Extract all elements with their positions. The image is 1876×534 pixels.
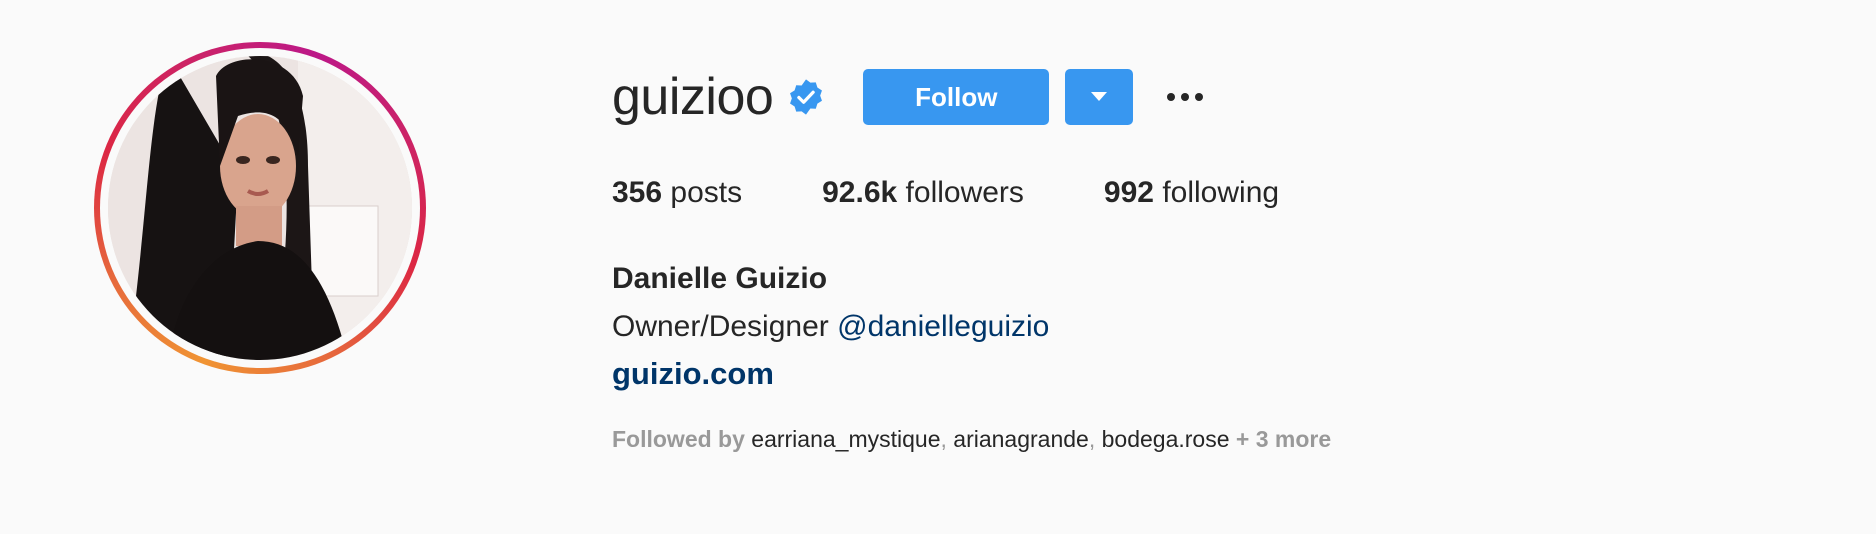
followers-stat[interactable]: 92.6k followers: [822, 176, 1024, 210]
ellipsis-icon: [1167, 93, 1176, 101]
website-link[interactable]: guizio.com: [612, 356, 774, 392]
posts-stat: 356 posts: [612, 176, 742, 210]
verified-badge-icon: [790, 79, 823, 115]
separator: ,: [1088, 426, 1096, 452]
caret-down-icon: [1091, 92, 1108, 101]
more-options-button[interactable]: [1161, 87, 1209, 107]
followed-by-user[interactable]: arianagrande: [953, 426, 1089, 452]
followers-label: followers: [905, 176, 1024, 209]
avatar-border: [100, 48, 420, 368]
profile-avatar[interactable]: [108, 56, 412, 360]
ellipsis-icon: [1181, 93, 1190, 101]
bio-text: Owner/Designer: [612, 310, 829, 343]
followed-by-more[interactable]: + 3 more: [1236, 426, 1331, 452]
username: guizioo: [612, 68, 774, 126]
following-count: 992: [1103, 176, 1154, 209]
profile-header: guizioo Follow: [612, 62, 1209, 132]
bio-mention-link[interactable]: @danielleguizio: [837, 310, 1049, 343]
separator: ,: [940, 426, 947, 452]
suggested-dropdown-button[interactable]: [1065, 69, 1134, 125]
followed-by[interactable]: Followed by earriana_mystique, arianagra…: [612, 426, 1331, 453]
following-label: following: [1162, 176, 1280, 209]
followed-by-user[interactable]: earriana_mystique: [751, 426, 940, 452]
posts-label: posts: [670, 176, 743, 209]
bio: Owner/Designer @danielleguizio: [612, 310, 1049, 344]
full-name: Danielle Guizio: [612, 262, 828, 295]
followed-by-prefix: Followed by: [612, 426, 745, 452]
posts-count: 356: [612, 176, 663, 209]
avatar-photo-illustration: [108, 56, 412, 360]
profile-stats: 356 posts 92.6k followers 992 following: [612, 176, 1359, 210]
followers-count: 92.6k: [822, 176, 898, 209]
followed-by-user[interactable]: bodega.rose: [1102, 426, 1230, 452]
following-stat[interactable]: 992 following: [1104, 176, 1279, 210]
ellipsis-icon: [1195, 93, 1204, 101]
story-ring[interactable]: [94, 42, 426, 374]
follow-button[interactable]: Follow: [863, 69, 1050, 125]
